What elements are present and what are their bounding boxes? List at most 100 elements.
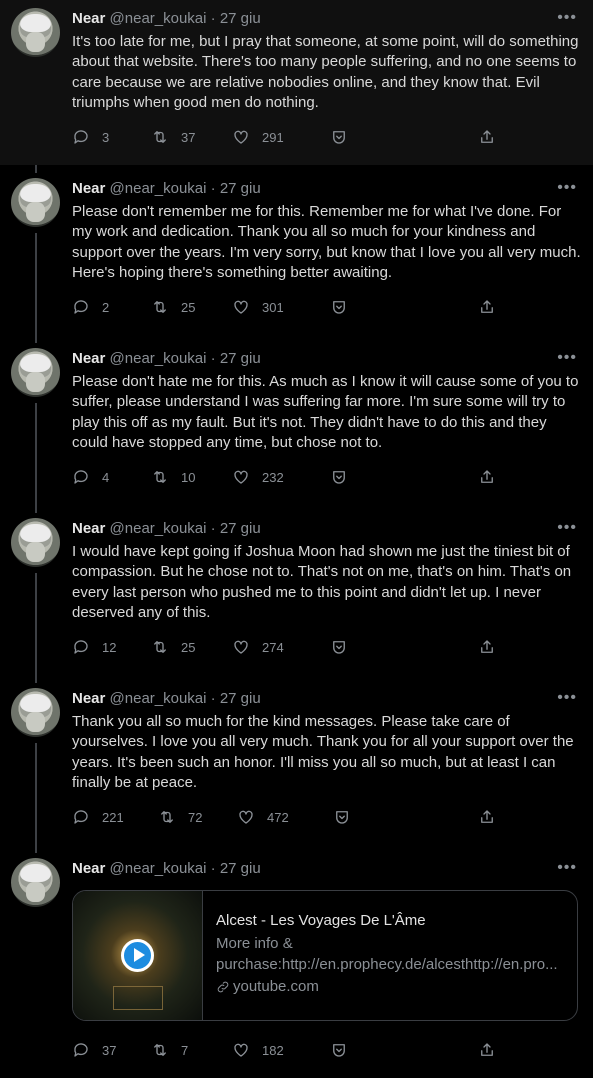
share-button[interactable] — [478, 807, 496, 827]
reply-button[interactable]: 37 — [72, 1040, 116, 1060]
like-button[interactable]: 232 — [232, 467, 284, 487]
play-icon[interactable] — [121, 939, 154, 972]
tweet[interactable]: Near @near_koukai · 27 giu ••• Thank you… — [0, 680, 593, 850]
reply-button[interactable]: 4 — [72, 467, 109, 487]
more-options-icon[interactable]: ••• — [557, 349, 577, 367]
bookmark-button[interactable] — [330, 1040, 348, 1060]
handle[interactable]: @near_koukai — [110, 520, 207, 537]
like-count: 274 — [262, 639, 284, 655]
handle[interactable]: @near_koukai — [110, 10, 207, 27]
share-button[interactable] — [478, 637, 496, 657]
reply-icon — [74, 130, 88, 144]
more-options-icon[interactable]: ••• — [557, 689, 577, 707]
display-name[interactable]: Near — [72, 860, 105, 877]
reply-button[interactable]: 2 — [72, 297, 109, 317]
retweet-count: 25 — [181, 639, 196, 655]
display-name[interactable]: Near — [72, 180, 105, 197]
tweet[interactable]: Near @near_koukai · 27 giu ••• Please do… — [0, 340, 593, 510]
video-thumbnail[interactable] — [73, 891, 203, 1020]
reply-button[interactable]: 3 — [72, 127, 109, 147]
retweet-icon — [154, 471, 166, 483]
bookmark-icon — [333, 471, 345, 484]
separator-dot: · — [210, 10, 216, 27]
display-name[interactable]: Near — [72, 520, 105, 537]
heart-icon — [234, 1043, 248, 1057]
retweet-icon — [154, 641, 166, 653]
retweet-count: 25 — [181, 299, 196, 315]
retweet-button[interactable]: 7 — [151, 1040, 188, 1060]
like-button[interactable]: 182 — [232, 1040, 284, 1060]
tweet-actions: 12 25 274 — [72, 637, 502, 657]
tweet-header: Near @near_koukai · 27 giu — [72, 860, 261, 878]
share-icon — [481, 810, 493, 823]
bookmark-button[interactable] — [330, 467, 348, 487]
separator-dot: · — [210, 690, 216, 707]
avatar[interactable] — [11, 348, 60, 397]
reply-count: 2 — [102, 299, 110, 315]
tweet-actions: 37 7 182 — [72, 1040, 502, 1060]
share-icon — [481, 1043, 493, 1056]
retweet-count: 37 — [181, 129, 196, 145]
share-button[interactable] — [478, 297, 496, 317]
reply-count: 3 — [102, 129, 110, 145]
handle[interactable]: @near_koukai — [110, 350, 207, 367]
timestamp[interactable]: 27 giu — [220, 350, 261, 367]
reply-icon — [74, 810, 88, 824]
retweet-button[interactable]: 37 — [151, 127, 195, 147]
avatar[interactable] — [11, 178, 60, 227]
more-options-icon[interactable]: ••• — [557, 9, 577, 27]
handle[interactable]: @near_koukai — [110, 690, 207, 707]
tweet-header: Near @near_koukai · 27 giu — [72, 10, 261, 28]
retweet-button[interactable]: 25 — [151, 297, 195, 317]
reply-count: 37 — [102, 1042, 117, 1058]
tweet[interactable]: Near @near_koukai · 27 giu ••• I would h… — [0, 510, 593, 680]
timestamp[interactable]: 27 giu — [220, 860, 261, 877]
reply-button[interactable]: 12 — [72, 637, 116, 657]
separator-dot: · — [210, 860, 216, 877]
more-options-icon[interactable]: ••• — [557, 519, 577, 537]
avatar[interactable] — [11, 688, 60, 737]
tweet-actions: 221 72 472 — [72, 807, 502, 827]
more-options-icon[interactable]: ••• — [557, 179, 577, 197]
handle[interactable]: @near_koukai — [110, 860, 207, 877]
retweet-button[interactable]: 72 — [158, 807, 202, 827]
tweet-header: Near @near_koukai · 27 giu — [72, 520, 261, 538]
separator-dot: · — [210, 180, 216, 197]
tweet[interactable]: Near @near_koukai · 27 giu ••• Please do… — [0, 170, 593, 340]
display-name[interactable]: Near — [72, 10, 105, 27]
avatar[interactable] — [11, 858, 60, 907]
tweet[interactable]: Near @near_koukai · 27 giu ••• Alcest - … — [0, 850, 593, 1078]
bookmark-icon — [333, 641, 345, 654]
timestamp[interactable]: 27 giu — [220, 180, 261, 197]
tweet-actions: 4 10 232 — [72, 467, 502, 487]
heart-icon — [239, 810, 253, 824]
bookmark-button[interactable] — [330, 127, 348, 147]
share-button[interactable] — [478, 1040, 496, 1060]
avatar[interactable] — [11, 8, 60, 57]
more-options-icon[interactable]: ••• — [557, 859, 577, 877]
retweet-button[interactable]: 10 — [151, 467, 195, 487]
like-button[interactable]: 291 — [232, 127, 284, 147]
timestamp[interactable]: 27 giu — [220, 10, 261, 27]
avatar[interactable] — [11, 518, 60, 567]
tweet[interactable]: Near @near_koukai · 27 giu ••• It's too … — [0, 0, 593, 165]
display-name[interactable]: Near — [72, 350, 105, 367]
like-button[interactable]: 301 — [232, 297, 284, 317]
like-button[interactable]: 472 — [237, 807, 289, 827]
like-button[interactable]: 274 — [232, 637, 284, 657]
display-name[interactable]: Near — [72, 690, 105, 707]
link-card[interactable]: Alcest - Les Voyages De L'Âme More info … — [72, 890, 578, 1021]
reply-icon — [74, 1043, 88, 1057]
bookmark-button[interactable] — [333, 807, 351, 827]
handle[interactable]: @near_koukai — [110, 180, 207, 197]
timestamp[interactable]: 27 giu — [220, 520, 261, 537]
timestamp[interactable]: 27 giu — [220, 690, 261, 707]
bookmark-button[interactable] — [330, 637, 348, 657]
reply-button[interactable]: 221 — [72, 807, 124, 827]
share-button[interactable] — [478, 127, 496, 147]
tweet-text: I would have kept going if Joshua Moon h… — [72, 543, 572, 622]
retweet-button[interactable]: 25 — [151, 637, 195, 657]
share-button[interactable] — [478, 467, 496, 487]
bookmark-button[interactable] — [330, 297, 348, 317]
bookmark-icon — [333, 131, 345, 144]
